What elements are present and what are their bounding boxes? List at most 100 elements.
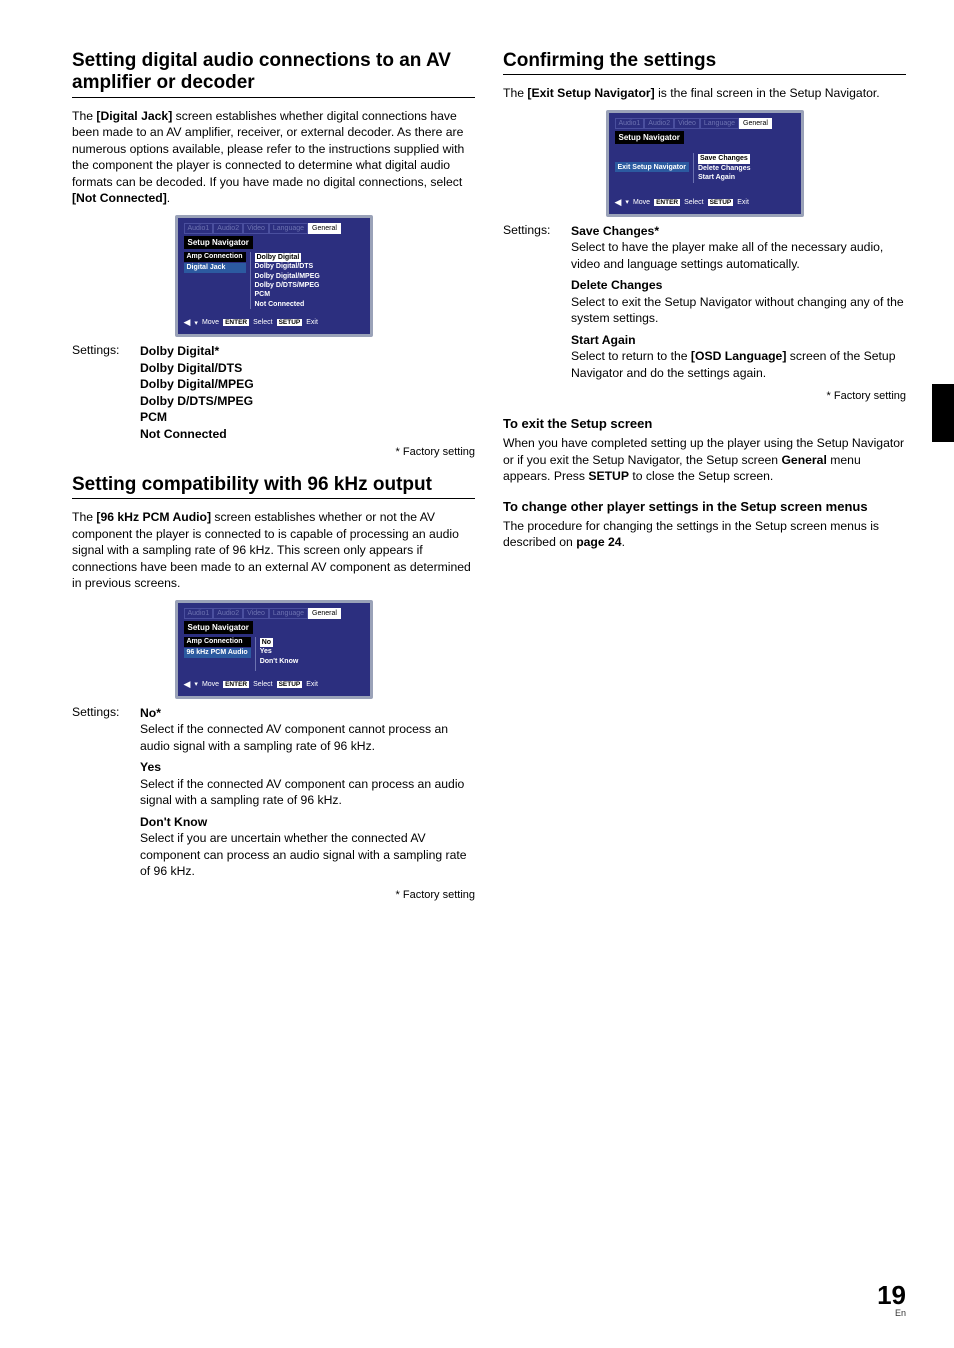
- osd-screen: Audio1 Audio2 Video Language General Set…: [175, 215, 373, 338]
- osd-select-label: Select: [684, 199, 703, 206]
- osd-exit-label: Exit: [306, 319, 318, 326]
- subhead-exit-setup: To exit the Setup screen: [503, 416, 906, 431]
- osd-option: Dolby Digital/DTS: [255, 262, 364, 271]
- osd-move-label: Move: [202, 319, 219, 326]
- osd-footer: ◀ ▾ Move ENTER Select SETUP Exit: [615, 197, 795, 208]
- setup-chip: SETUP: [277, 681, 303, 688]
- factory-note: * Factory setting: [72, 889, 475, 901]
- text: The: [72, 510, 96, 524]
- osd-option: Dolby Digital/MPEG: [255, 272, 364, 281]
- osd-tab: Audio1: [184, 223, 214, 234]
- osd-option: Don't Know: [260, 657, 364, 666]
- setting-option: Yes: [140, 759, 475, 775]
- setup-chip: SETUP: [277, 319, 303, 326]
- left-arrow-icon: ◀: [184, 679, 191, 690]
- down-arrow-icon: ▾: [625, 198, 629, 206]
- setting-option: Dolby Digital/MPEG: [140, 376, 475, 392]
- osd-96khz-figure: Audio1 Audio2 Video Language General Set…: [72, 600, 475, 699]
- enter-chip: ENTER: [654, 199, 680, 206]
- osd-footer: ◀ ▾ Move ENTER Select SETUP Exit: [184, 317, 364, 328]
- osd-tab: Audio1: [615, 118, 645, 129]
- para-96khz: The [96 kHz PCM Audio] screen establishe…: [72, 509, 475, 591]
- osd-digital-jack-figure: Audio1 Audio2 Video Language General Set…: [72, 215, 475, 338]
- page-number: 19 En: [877, 1282, 906, 1318]
- subhead-change-other: To change other player settings in the S…: [503, 499, 906, 514]
- page-number-value: 19: [877, 1282, 906, 1308]
- down-arrow-icon: ▾: [194, 680, 198, 688]
- osd-tab: Video: [243, 223, 269, 234]
- enter-chip: ENTER: [223, 681, 249, 688]
- osd-left: Amp Connection 96 kHz PCM Audio: [184, 637, 251, 671]
- setting-option: Dolby Digital*: [140, 343, 475, 359]
- osd-tab: Audio2: [213, 608, 243, 619]
- left-arrow-icon: ◀: [184, 317, 191, 328]
- osd-tabs: Audio1 Audio2 Video Language General: [615, 118, 795, 129]
- osd-move-label: Move: [633, 199, 650, 206]
- setting-desc: Select to return to the [OSD Language] s…: [571, 348, 906, 381]
- osd-tab: Video: [243, 608, 269, 619]
- osd-left-row: Amp Connection: [184, 252, 246, 262]
- text: to close the Setup screen.: [629, 469, 773, 483]
- term-general: General: [781, 453, 826, 467]
- osd-tab-active: General: [308, 223, 341, 234]
- setting-desc: Select to exit the Setup Navigator witho…: [571, 294, 906, 327]
- osd-option-selected: Save Changes: [698, 154, 750, 163]
- osd-move-label: Move: [202, 681, 219, 688]
- osd-left-row-selected: 96 kHz PCM Audio: [184, 648, 251, 658]
- setup-chip: SETUP: [708, 199, 734, 206]
- osd-body: Exit Setup Navigator Save Changes Delete…: [615, 147, 795, 189]
- text: is the final screen in the Setup Navigat…: [655, 86, 880, 100]
- osd-option: Start Again: [698, 173, 795, 182]
- osd-tab: Audio2: [644, 118, 674, 129]
- text: The procedure for changing the settings …: [503, 519, 879, 549]
- text: The: [503, 86, 527, 100]
- para-digital-jack: The [Digital Jack] screen establishes wh…: [72, 108, 475, 207]
- settings-label: Settings:: [72, 343, 140, 442]
- down-arrow-icon: ▾: [194, 319, 198, 327]
- osd-left-row-selected: Digital Jack: [184, 263, 246, 273]
- heading-confirming: Confirming the settings: [503, 50, 906, 75]
- osd-tab: Video: [674, 118, 700, 129]
- term-page-24: page 24: [576, 535, 621, 549]
- setting-option: Dolby D/DTS/MPEG: [140, 393, 475, 409]
- osd-left-row: Amp Connection: [184, 637, 251, 647]
- setting-option: Delete Changes: [571, 277, 906, 293]
- osd-tab: Language: [700, 118, 739, 129]
- osd-left: Exit Setup Navigator: [615, 162, 689, 173]
- osd-option-selected: No: [260, 638, 273, 647]
- osd-body: Amp Connection 96 kHz PCM Audio No Yes D…: [184, 637, 364, 671]
- para-exit-setup: When you have completed setting up the p…: [503, 435, 906, 484]
- factory-note: * Factory setting: [503, 390, 906, 402]
- text: Select to return to the: [571, 349, 691, 363]
- osd-tab-active: General: [739, 118, 772, 129]
- setting-desc: Select if the connected AV component can…: [140, 721, 475, 754]
- setting-desc: Select to have the player make all of th…: [571, 239, 906, 272]
- settings-digital-jack: Settings: Dolby Digital* Dolby Digital/D…: [72, 343, 475, 442]
- setting-desc: Select if the connected AV component can…: [140, 776, 475, 809]
- osd-title: Setup Navigator: [184, 236, 253, 249]
- osd-right: Save Changes Delete Changes Start Again: [693, 153, 795, 182]
- settings-96khz: Settings: No* Select if the connected AV…: [72, 705, 475, 885]
- osd-tab: Language: [269, 608, 308, 619]
- term-not-connected: [Not Connected]: [72, 191, 167, 205]
- settings-values: Save Changes* Select to have the player …: [571, 223, 906, 386]
- term-setup-button: SETUP: [588, 469, 629, 483]
- settings-label: Settings:: [72, 705, 140, 885]
- osd-tab-active: General: [308, 608, 341, 619]
- osd-option: Delete Changes: [698, 164, 795, 173]
- settings-label: Settings:: [503, 223, 571, 386]
- term-digital-jack: [Digital Jack]: [96, 109, 172, 123]
- para-exit-nav: The [Exit Setup Navigator] is the final …: [503, 85, 906, 101]
- osd-select-label: Select: [253, 681, 272, 688]
- osd-option-selected: Dolby Digital: [255, 253, 302, 262]
- osd-tabs: Audio1 Audio2 Video Language General: [184, 223, 364, 234]
- term-96khz: [96 kHz PCM Audio]: [96, 510, 211, 524]
- setting-option: Don't Know: [140, 814, 475, 830]
- settings-values: Dolby Digital* Dolby Digital/DTS Dolby D…: [140, 343, 475, 442]
- term-exit-setup-navigator: [Exit Setup Navigator]: [527, 86, 654, 100]
- setting-option: Not Connected: [140, 426, 475, 442]
- osd-tab: Audio1: [184, 608, 214, 619]
- osd-tab: Audio2: [213, 223, 243, 234]
- setting-option: Start Again: [571, 332, 906, 348]
- osd-left: Amp Connection Digital Jack: [184, 252, 246, 310]
